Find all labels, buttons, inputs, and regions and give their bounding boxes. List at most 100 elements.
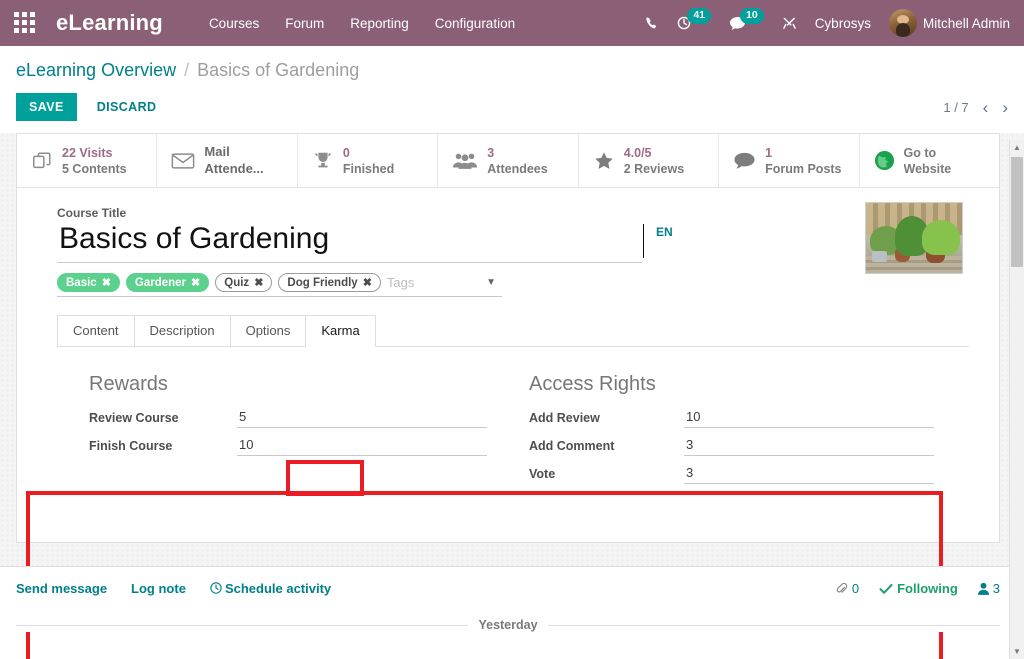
record-pager: 1 / 7 ‹ › [943, 99, 1008, 116]
field-value[interactable]: 10 [684, 408, 934, 429]
karma-page: Rewards Review Course 5 Finish Course 10… [57, 347, 969, 492]
messages-chat-icon[interactable]: 10 [729, 8, 764, 31]
tab-karma[interactable]: Karma [305, 315, 376, 348]
course-title-label: Course Title [57, 206, 127, 221]
tag-basic[interactable]: Basic ✖ [57, 273, 120, 293]
phone-icon[interactable] [645, 16, 659, 30]
chatter-status: 0 Following 3 [835, 581, 1000, 596]
star-icon [593, 150, 615, 172]
user-menu[interactable]: Mitchell Admin [888, 9, 1010, 37]
person-icon [977, 582, 989, 595]
divider-line-left [16, 624, 469, 626]
app-brand[interactable]: eLearning [56, 10, 163, 36]
field-value[interactable]: 3 [684, 464, 934, 485]
menu-item-configuration[interactable]: Configuration [435, 16, 515, 31]
stat-button-attendees[interactable]: 3 Attendees [438, 134, 579, 188]
tab-content[interactable]: Content [57, 315, 135, 347]
triangle-up-icon[interactable]: ▲ [1010, 140, 1024, 155]
followers-counter[interactable]: 3 [977, 581, 1000, 596]
chevron-left-icon[interactable]: ‹ [983, 99, 989, 116]
apps-grid-icon[interactable] [14, 12, 36, 34]
company-name[interactable]: Cybrosys [815, 16, 871, 31]
close-x-icon[interactable]: ✖ [102, 276, 111, 289]
close-x-icon[interactable]: ✖ [363, 276, 372, 289]
stat-single: Mail Attende... [204, 144, 264, 176]
chatter: Send message Log note Schedule activity … [0, 566, 1024, 632]
menu-item-forum[interactable]: Forum [285, 16, 324, 31]
following-toggle[interactable]: Following [879, 581, 958, 596]
tab-options[interactable]: Options [229, 315, 307, 347]
field-label: Finish Course [89, 439, 173, 454]
vertical-scrollbar[interactable]: ▲ ▼ [1009, 140, 1024, 659]
form-body: Course Title EN [17, 188, 999, 502]
tag-gardener[interactable]: Gardener ✖ [125, 273, 210, 293]
tags-field[interactable]: Basic ✖ Gardener ✖ Quiz ✖ Dog Friendly ✖ [57, 273, 502, 298]
close-x-icon[interactable]: ✖ [191, 276, 200, 289]
breadcrumb-root[interactable]: eLearning Overview [16, 60, 176, 80]
field-finish-course: Finish Course 10 [89, 436, 513, 457]
breadcrumb-current: Basics of Gardening [197, 60, 360, 80]
tag-label: Quiz [224, 276, 250, 289]
stat-text-finished: 0 Finished [343, 145, 394, 177]
attachment-count: 0 [851, 581, 860, 596]
notebook-tabs: Content Description Options Karma [57, 315, 969, 348]
thumb-plant-right [921, 220, 961, 256]
chevron-down-icon[interactable]: ▼ [486, 277, 496, 288]
stat-line2: Website [903, 161, 952, 176]
stat-button-forum-posts[interactable]: 1 Forum Posts [719, 134, 860, 188]
attachment-counter[interactable]: 0 [835, 581, 859, 596]
breadcrumb-separator: / [184, 60, 190, 80]
field-value[interactable]: 10 [237, 436, 487, 457]
user-name: Mitchell Admin [922, 15, 1010, 31]
stat-button-finished[interactable]: 0 Finished [298, 134, 439, 188]
course-title-input[interactable] [57, 222, 642, 264]
rewards-title: Rewards [89, 373, 168, 396]
control-panel: eLearning Overview / Basics of Gardening… [0, 46, 1024, 121]
followers-count: 3 [992, 581, 1000, 596]
activity-clock-icon[interactable]: 41 [677, 8, 711, 31]
triangle-down-icon[interactable]: ▼ [1010, 644, 1024, 659]
stat-button-visits[interactable]: 22 Visits 5 Contents [17, 134, 158, 188]
form-sheet: 22 Visits 5 Contents Mail Attende... 0 F… [16, 133, 1000, 543]
course-thumbnail[interactable] [865, 202, 963, 275]
stat-button-go-to-website[interactable]: Go to Website [860, 134, 999, 187]
tab-description[interactable]: Description [133, 315, 231, 347]
menu-item-courses[interactable]: Courses [209, 16, 259, 31]
field-value[interactable]: 3 [684, 436, 934, 457]
divider-line-right [547, 624, 1001, 626]
menu-item-reporting[interactable]: Reporting [350, 16, 409, 31]
stat-text-visits: 22 Visits 5 Contents [62, 145, 127, 177]
thumb-watering-can [871, 250, 888, 263]
stat-line2: 5 Contents [62, 161, 127, 176]
activity-count-badge: 41 [687, 8, 711, 24]
app-root: eLearning Courses Forum Reporting Config… [0, 0, 1024, 659]
stat-line2: 2 Reviews [623, 161, 685, 176]
tag-label: Basic [66, 276, 97, 289]
check-icon [879, 583, 893, 594]
stat-button-mail-attendees[interactable]: Mail Attende... [157, 134, 298, 188]
chevron-right-icon[interactable]: › [1002, 99, 1008, 116]
chatter-toolbar: Send message Log note Schedule activity … [16, 581, 1000, 596]
discard-button[interactable]: DISCARD [91, 99, 163, 115]
envelope-icon [171, 151, 195, 171]
field-value[interactable]: 5 [237, 408, 487, 429]
field-label: Add Comment [529, 439, 615, 454]
close-x-icon[interactable]: ✖ [254, 276, 263, 289]
stat-line1: 4.0/5 [623, 145, 652, 160]
tag-dog-friendly[interactable]: Dog Friendly ✖ [278, 273, 381, 293]
field-add-review: Add Review 10 [529, 408, 969, 429]
stat-button-reviews[interactable]: 4.0/5 2 Reviews [579, 134, 720, 188]
log-note-button[interactable]: Log note [131, 581, 186, 596]
text-caret [643, 224, 644, 259]
schedule-activity-button[interactable]: Schedule activity [210, 581, 331, 596]
messages-count-badge: 10 [740, 8, 764, 24]
stat-text-attendees: 3 Attendees [487, 145, 547, 177]
tag-quiz[interactable]: Quiz ✖ [215, 273, 273, 293]
save-button[interactable]: SAVE [16, 93, 77, 121]
send-message-button[interactable]: Send message [16, 581, 107, 596]
wrench-tools-icon[interactable] [782, 16, 797, 31]
scrollbar-thumb[interactable] [1011, 157, 1023, 267]
stat-line1: Go to [903, 145, 937, 160]
language-badge[interactable]: EN [656, 225, 673, 239]
stat-line2: Finished [342, 161, 395, 176]
